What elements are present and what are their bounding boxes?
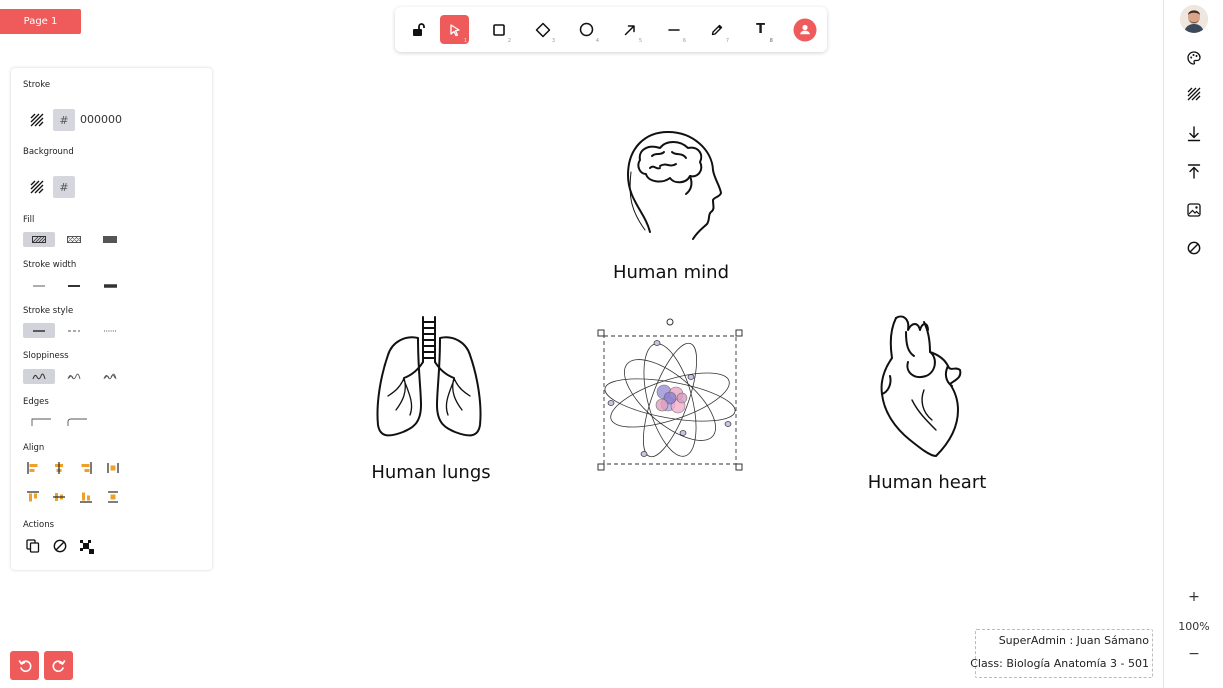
human-heart-drawing[interactable] <box>880 315 962 457</box>
prohibited-icon <box>1187 241 1201 255</box>
theme-button[interactable] <box>1185 49 1203 67</box>
atom-drawing[interactable] <box>597 318 743 471</box>
insert-image-button[interactable] <box>1185 201 1203 219</box>
session-info-box: SuperAdmin : Juan Sámano Class: Biología… <box>970 629 1153 678</box>
user-info: SuperAdmin : Juan Sámano <box>998 634 1149 647</box>
palette-icon <box>1187 51 1201 65</box>
redo-button[interactable] <box>44 651 73 680</box>
upload-button[interactable] <box>1185 163 1203 181</box>
clear-canvas-button[interactable] <box>1185 239 1203 257</box>
canvas-background-button[interactable] <box>1185 85 1203 103</box>
human-heart-label[interactable]: Human heart <box>868 472 987 493</box>
download-button[interactable] <box>1185 125 1203 143</box>
zoom-in-button[interactable]: + <box>1164 589 1223 605</box>
zoom-out-button[interactable]: − <box>1164 646 1223 662</box>
download-icon <box>1187 126 1201 142</box>
class-info: Class: Biología Anatomía 3 - 501 <box>970 657 1149 670</box>
hatch-icon <box>1187 87 1201 101</box>
human-mind-drawing[interactable] <box>627 131 722 240</box>
image-icon <box>1187 203 1201 217</box>
human-mind-label[interactable]: Human mind <box>613 262 729 283</box>
human-lungs-drawing[interactable] <box>376 316 482 437</box>
avatar[interactable] <box>1180 5 1208 33</box>
redo-icon <box>52 659 65 672</box>
right-sidebar: + 100% − <box>1163 0 1223 688</box>
canvas[interactable]: Human mind Human lungs Human heart <box>0 0 1163 688</box>
undo-button[interactable] <box>10 651 39 680</box>
upload-icon <box>1187 164 1201 179</box>
avatar-photo-icon <box>1180 5 1208 33</box>
human-lungs-label[interactable]: Human lungs <box>371 462 490 483</box>
undo-icon <box>18 659 31 672</box>
zoom-level: 100% <box>1178 620 1210 633</box>
